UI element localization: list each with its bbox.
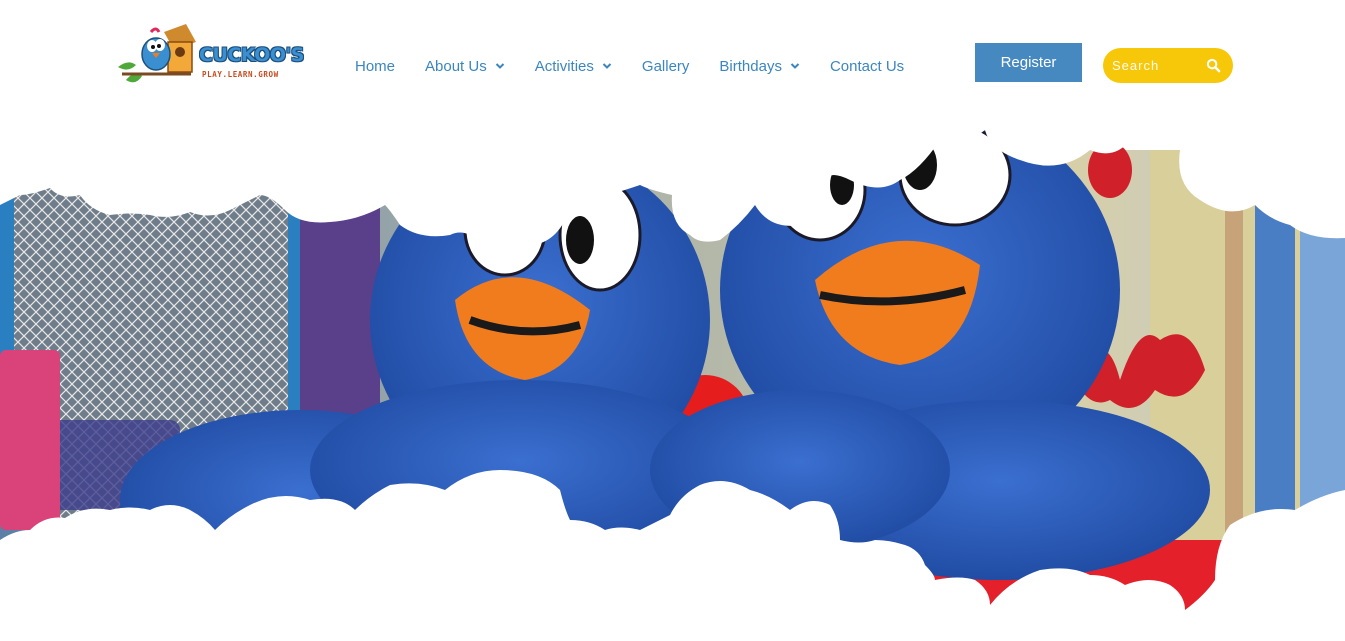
search-icon[interactable] bbox=[1206, 58, 1221, 73]
nav-item-label: Contact Us bbox=[829, 57, 905, 75]
register-button[interactable]: Register bbox=[975, 43, 1082, 82]
nav-item-home[interactable]: Home bbox=[355, 58, 395, 75]
chevron-down-icon bbox=[602, 63, 612, 69]
nav-item-label: Birthdays bbox=[719, 57, 782, 75]
nav-item-label: About Us bbox=[425, 57, 487, 75]
chevron-down-icon bbox=[495, 63, 504, 69]
search-box bbox=[1103, 48, 1233, 83]
nav-item-birthdays[interactable]: Birthdays bbox=[719, 58, 800, 75]
chevron-down-icon bbox=[790, 63, 800, 69]
nav-item-label: Home bbox=[355, 57, 396, 75]
main-nav: Home About Us Activities Gallery Birthda… bbox=[355, 56, 934, 76]
nav-item-label: Gallery bbox=[641, 57, 690, 75]
bird-house-logo-icon bbox=[118, 24, 196, 83]
brand-tagline: PLAY.LEARN.GROW bbox=[202, 70, 279, 79]
nav-item-label: Activities bbox=[534, 57, 594, 75]
site-header: CUCKOO'S PLAY.LEARN.GROW Home About Us A… bbox=[0, 0, 1345, 115]
nav-item-contact-us[interactable]: Contact Us bbox=[830, 58, 904, 75]
site-logo[interactable]: CUCKOO'S PLAY.LEARN.GROW bbox=[116, 22, 318, 88]
nav-item-activities[interactable]: Activities bbox=[535, 58, 612, 75]
brand-name: CUCKOO'S bbox=[199, 44, 305, 66]
search-input[interactable] bbox=[1110, 57, 1206, 74]
nav-item-about-us[interactable]: About Us bbox=[425, 58, 505, 75]
nav-item-gallery[interactable]: Gallery bbox=[642, 58, 690, 75]
